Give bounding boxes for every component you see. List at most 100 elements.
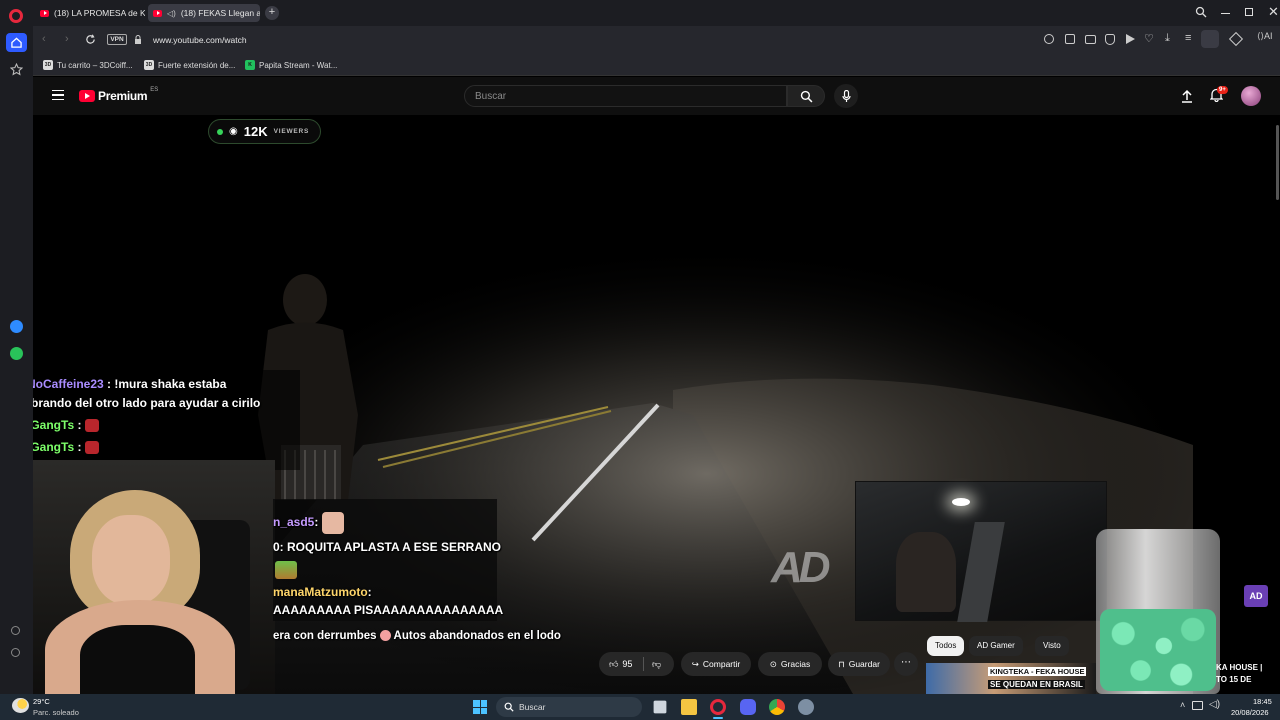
thanks-button[interactable]: ⊙ Gracias bbox=[758, 652, 822, 676]
heart-icon[interactable]: ♡ bbox=[1144, 32, 1154, 45]
edit-icon[interactable] bbox=[1065, 34, 1075, 44]
youtube-icon bbox=[40, 9, 49, 17]
chip-ad-gamer[interactable]: AD Gamer bbox=[969, 636, 1023, 656]
restore-button[interactable] bbox=[1245, 8, 1253, 16]
bookmark-label: Papita Stream - Wat... bbox=[259, 60, 338, 70]
channel-watermark-icon[interactable]: AD bbox=[1244, 585, 1268, 607]
task-view-icon[interactable] bbox=[653, 700, 667, 714]
lens-icon[interactable] bbox=[1044, 34, 1054, 44]
settings-app-icon[interactable] bbox=[798, 699, 814, 715]
bookmark-fuerte-extension[interactable]: 3D Fuerte extensión de... bbox=[144, 59, 235, 71]
messenger-icon[interactable] bbox=[10, 320, 23, 333]
bookmark-papita-stream[interactable]: K Papita Stream - Wat... bbox=[245, 59, 337, 71]
home-icon[interactable] bbox=[6, 33, 27, 52]
chat-line: 0: ROQUITA APLASTA A ESE SERRANO bbox=[273, 540, 501, 554]
opera-logo-icon[interactable] bbox=[9, 9, 23, 23]
start-button[interactable] bbox=[473, 700, 487, 714]
recommended-title-1[interactable]: KA HOUSE | bbox=[1216, 663, 1262, 672]
devil-emote-icon bbox=[84, 441, 99, 455]
chat-message: alumbrando del otro lado para ayudar a c… bbox=[33, 396, 261, 410]
clock-time[interactable]: 18:45 bbox=[1253, 697, 1272, 706]
chat-line: alumbrando del otro lado para ayudar a c… bbox=[33, 396, 260, 410]
shock-emoji-icon bbox=[379, 630, 391, 642]
tab-search-icon[interactable] bbox=[1195, 6, 1207, 18]
candy-jar bbox=[1096, 529, 1220, 694]
search-button[interactable] bbox=[787, 85, 825, 107]
sidebar-settings-icon[interactable] bbox=[11, 648, 20, 657]
opera-taskbar-icon[interactable] bbox=[710, 699, 726, 715]
close-window-button[interactable]: ✕ bbox=[1268, 4, 1279, 20]
viewers-pill: ◉ 12K VIEWERS bbox=[208, 119, 321, 144]
minimize-button[interactable] bbox=[1221, 13, 1230, 14]
taskbar-search[interactable]: Buscar bbox=[496, 697, 642, 717]
create-upload-icon[interactable] bbox=[1181, 89, 1193, 103]
discord-icon[interactable] bbox=[740, 699, 756, 715]
volume-icon[interactable]: ◁) bbox=[1209, 699, 1220, 710]
like-button[interactable]: 👍︎ 95 bbox=[599, 659, 643, 670]
thanks-label: Gracias bbox=[780, 659, 811, 669]
download-icon[interactable]: ⤓ bbox=[1165, 32, 1170, 45]
page-scrollbar[interactable] bbox=[1276, 125, 1279, 200]
lock-icon[interactable] bbox=[134, 35, 142, 45]
chip-todos[interactable]: Todos bbox=[927, 636, 965, 656]
search-input[interactable] bbox=[464, 85, 787, 107]
extensions-icon[interactable] bbox=[1228, 31, 1244, 47]
ad-watermark-logo: AD bbox=[771, 543, 831, 592]
search-icon bbox=[800, 90, 812, 102]
reload-icon[interactable] bbox=[85, 34, 96, 45]
dislike-button[interactable]: 👎︎ bbox=[644, 659, 661, 670]
notification-badge: 9+ bbox=[1217, 86, 1228, 94]
chat-message: : bbox=[77, 440, 82, 454]
vpn-badge[interactable]: VPN bbox=[107, 34, 127, 45]
whatsapp-icon[interactable] bbox=[10, 347, 23, 360]
star-icon[interactable] bbox=[10, 63, 23, 76]
chip-visto[interactable]: Visto bbox=[1035, 636, 1069, 656]
tab-la-promesa[interactable]: (18) LA PROMESA de King bbox=[35, 4, 145, 22]
clock-date[interactable]: 20/08/2026 bbox=[1231, 708, 1269, 717]
thumbnail-line-1: KINGTEKA - FEKA HOUSE bbox=[988, 667, 1087, 676]
recommended-thumbnail[interactable]: KINGTEKA - FEKA HOUSE SE QUEDAN EN BRASI… bbox=[926, 663, 1096, 694]
file-explorer-icon[interactable] bbox=[681, 699, 697, 715]
bookmark-favicon: 3D bbox=[144, 60, 154, 70]
play-icon[interactable] bbox=[1126, 34, 1135, 44]
more-actions-button[interactable]: ⋯ bbox=[894, 652, 918, 676]
youtube-icon bbox=[153, 9, 162, 17]
weather-icon[interactable] bbox=[12, 698, 29, 713]
avatar[interactable] bbox=[1241, 86, 1261, 106]
hamburger-menu-icon[interactable] bbox=[52, 90, 64, 100]
camera-icon[interactable] bbox=[1085, 35, 1096, 44]
url-field[interactable]: www.youtube.com/watch bbox=[153, 35, 247, 45]
video-player[interactable]: ◉ 12K VIEWERS NoCaffeine23 : !mura shaka… bbox=[33, 115, 1280, 694]
window-frame bbox=[957, 522, 1005, 622]
chrome-like-icon[interactable] bbox=[769, 699, 785, 715]
weather-temp[interactable]: 29°C bbox=[33, 697, 50, 706]
youtube-header: Premium ES 9+ bbox=[33, 77, 1280, 115]
face-emote-icon bbox=[321, 512, 344, 534]
active-app-indicator bbox=[713, 717, 723, 719]
youtube-logo[interactable]: Premium ES bbox=[79, 87, 158, 103]
bookmark-3dcoiff[interactable]: 3D Tu carrito – 3DCoiff... bbox=[43, 59, 133, 71]
new-tab-button[interactable]: + bbox=[265, 6, 279, 20]
voice-search-button[interactable] bbox=[834, 84, 858, 108]
viewers-label: VIEWERS bbox=[273, 128, 310, 135]
aria-ai-icon[interactable]: ⟨⟩AI bbox=[1257, 31, 1273, 42]
tray-chevron-icon[interactable]: ˄ bbox=[1180, 700, 1185, 710]
browser-sidebar bbox=[0, 0, 33, 694]
profile-icon[interactable] bbox=[1201, 30, 1219, 48]
sidebar-more-icon[interactable] bbox=[11, 626, 20, 635]
webcam-overlay bbox=[33, 460, 275, 694]
save-button[interactable]: ⊓ Guardar bbox=[828, 652, 890, 676]
recommended-title-2[interactable]: TO 15 DE bbox=[1216, 675, 1251, 684]
network-icon[interactable] bbox=[1192, 701, 1203, 710]
bookmarks-bar: 3D Tu carrito – 3DCoiff... 3D Fuerte ext… bbox=[33, 54, 1280, 76]
share-button[interactable]: ↪ Compartir bbox=[681, 652, 751, 676]
tab-fekas[interactable]: ◁) (18) FEKAS Llegan a la bbox=[148, 4, 260, 22]
menu-icon[interactable]: ≡ bbox=[1185, 32, 1191, 44]
back-button[interactable]: ‹ bbox=[42, 33, 46, 45]
taskbar-search-label: Buscar bbox=[519, 702, 546, 712]
bookmark-icon: ⊓ bbox=[838, 658, 845, 669]
shield-icon[interactable] bbox=[1105, 34, 1115, 45]
eye-icon: ◉ bbox=[229, 126, 238, 137]
weather-condition[interactable]: Parc. soleado bbox=[33, 708, 79, 717]
forward-button[interactable]: › bbox=[65, 33, 69, 45]
